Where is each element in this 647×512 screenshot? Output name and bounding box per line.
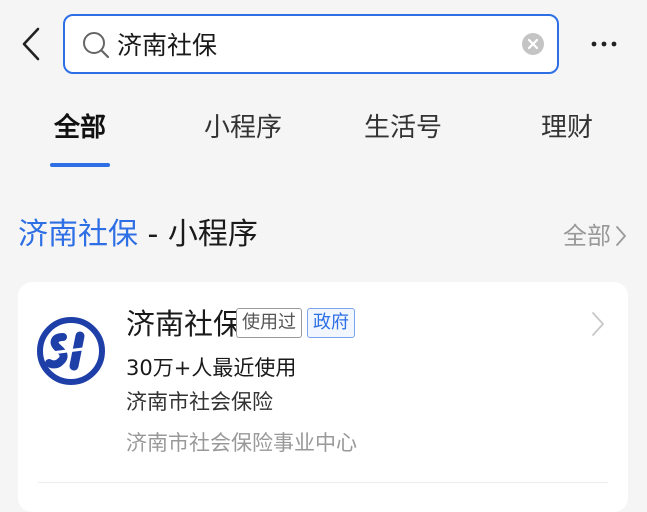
chevron-left-icon [22, 27, 40, 61]
mini-program-description: 济南市社会保险 [126, 390, 273, 414]
top-bar [0, 0, 647, 90]
section-view-all-label: 全部 [563, 222, 611, 250]
tab-all[interactable]: 全部 [52, 108, 108, 148]
more-button[interactable] [584, 30, 624, 58]
mini-program-name: 济南社保 [126, 307, 243, 341]
jinan-social-security-logo-icon [37, 317, 105, 385]
search-icon [83, 32, 110, 59]
category-tabs: 全部 小程序 生活号 理财 [0, 100, 647, 172]
usage-count-text: 30万+人最近使用 [126, 356, 297, 380]
tab-mini-programs[interactable]: 小程序 [203, 108, 283, 148]
government-badge: 政府 [307, 308, 355, 338]
section-title-keyword: 济南社保 [18, 217, 138, 252]
card-divider [38, 482, 608, 483]
chevron-right-icon [616, 226, 626, 246]
search-input[interactable] [117, 24, 497, 64]
tab-finance[interactable]: 理财 [540, 108, 594, 148]
tab-life-accounts[interactable]: 生活号 [363, 108, 443, 148]
active-tab-indicator [50, 163, 110, 167]
back-button[interactable] [14, 24, 48, 64]
used-badge: 使用过 [236, 308, 302, 338]
mini-program-result-card[interactable]: 济南社保 使用过 政府 30万+人最近使用 济南市社会保险 济南市社会保险事业中… [18, 282, 628, 512]
clear-icon[interactable] [521, 32, 545, 56]
section-header: 济南社保 - 小程序 全部 [0, 205, 647, 265]
section-title: 济南社保 - 小程序 [18, 213, 258, 257]
provider-organization: 济南市社会保险事业中心 [126, 431, 357, 455]
search-box[interactable] [63, 14, 559, 74]
more-dots-icon [591, 41, 617, 47]
section-view-all-link[interactable]: 全部 [563, 219, 627, 253]
section-title-category: - 小程序 [138, 217, 258, 252]
chevron-right-icon [592, 312, 604, 336]
